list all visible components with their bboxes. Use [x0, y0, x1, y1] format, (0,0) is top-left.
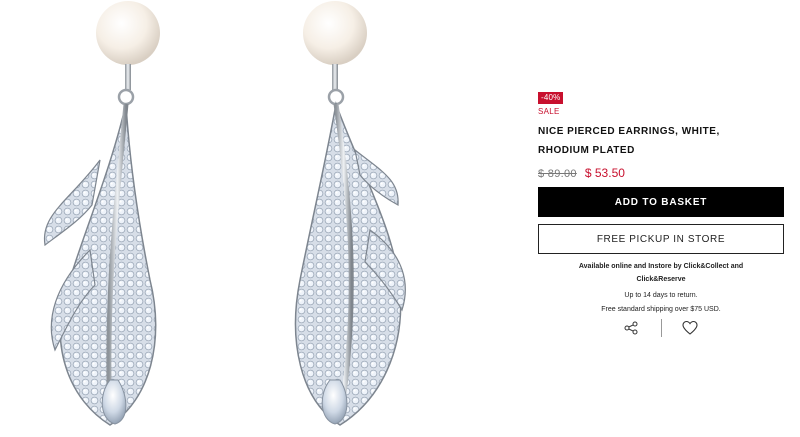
original-price: $ 89.00: [538, 168, 577, 180]
availability-line-2: Click&Reserve: [636, 276, 686, 283]
product-details-panel: -40% SALE NICE PIERCED EARRINGS, WHITE, …: [538, 0, 785, 437]
price-block: $ 89.00 $ 53.50: [538, 166, 625, 180]
sale-price: $ 53.50: [584, 166, 625, 180]
free-pickup-button[interactable]: FREE PICKUP IN STORE: [538, 224, 784, 254]
shipping-info: Free standard shipping over $75 USD.: [601, 306, 721, 313]
earrings-illustration: [43, 1, 406, 426]
sale-label: SALE: [538, 107, 560, 116]
product-title: NICE PIERCED EARRINGS, WHITE, RHODIUM PL…: [538, 126, 720, 156]
product-actions: [538, 318, 784, 338]
actions-divider: [661, 319, 662, 337]
share-icon[interactable]: [623, 320, 639, 336]
returns-info: Up to 14 days to return.: [624, 292, 698, 299]
left-earring: [43, 1, 160, 426]
discount-badge: -40%: [538, 92, 564, 104]
product-image[interactable]: [0, 0, 528, 437]
availability-line-1: Available online and Instore by Click&Co…: [578, 263, 744, 270]
availability-info: Available online and Instore by Click&Co…: [538, 260, 784, 316]
add-to-basket-button[interactable]: ADD TO BASKET: [538, 187, 784, 217]
heart-icon[interactable]: [682, 320, 698, 336]
right-earring: [294, 1, 406, 426]
